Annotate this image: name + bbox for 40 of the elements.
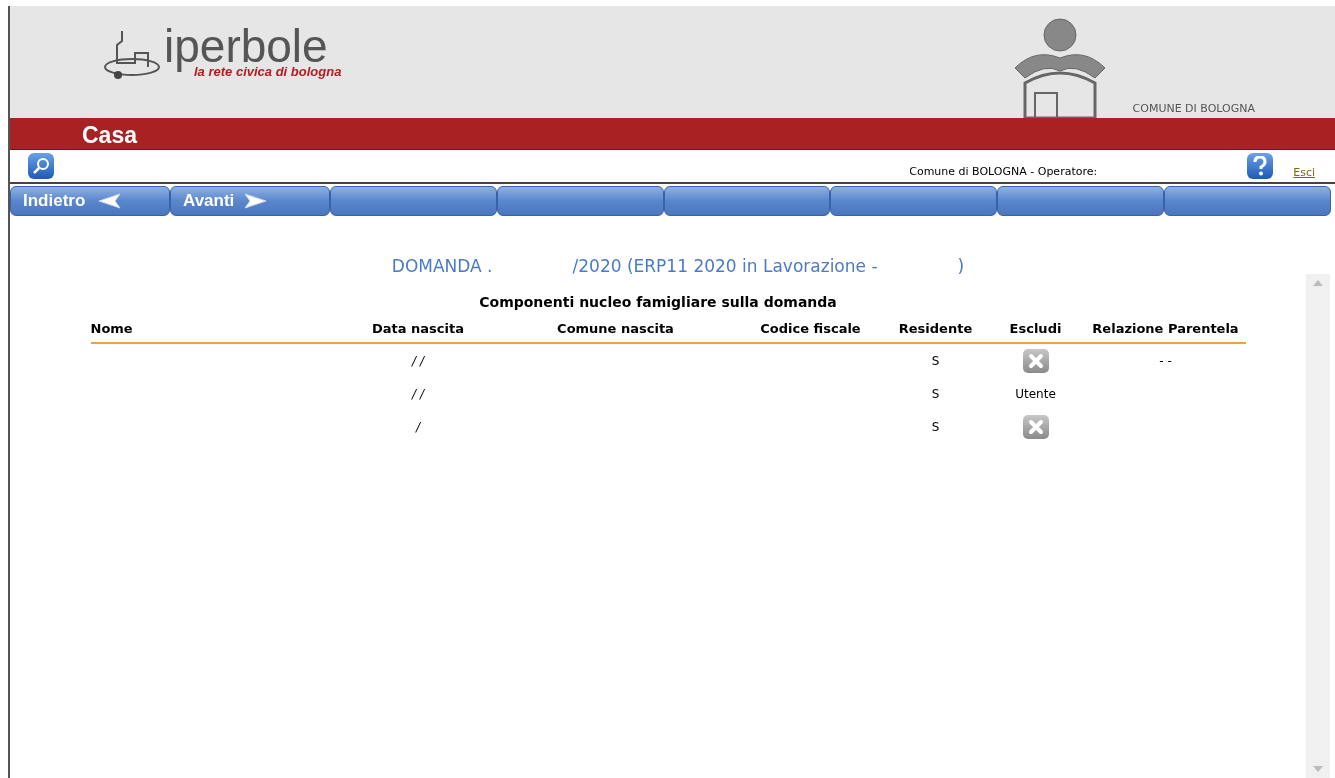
close-icon <box>1027 418 1044 435</box>
exclude-button[interactable] <box>1022 414 1049 439</box>
table-cell-text: - - <box>1158 352 1173 370</box>
scroll-up-arrow-icon[interactable] <box>1313 280 1323 286</box>
column-header: Codice fiscale <box>759 319 862 338</box>
table-cell-text: / <box>414 418 422 436</box>
search-button[interactable] <box>28 153 54 179</box>
column-header: Relazione Parentela <box>1091 319 1240 338</box>
scrollbar[interactable] <box>1306 274 1330 778</box>
exclude-button[interactable] <box>1022 348 1049 373</box>
nav-tab[interactable] <box>997 186 1165 216</box>
nav-tab[interactable] <box>830 186 998 216</box>
table-cell-text: S <box>930 385 941 403</box>
table-cell-text: S <box>930 418 941 436</box>
help-button[interactable] <box>1247 153 1274 179</box>
exit-link[interactable]: Esci <box>1293 164 1315 182</box>
table-cell-text: S <box>930 352 941 370</box>
application-title: /2020 (ERP11 2020 in Lavorazione - <box>572 255 878 278</box>
column-header: Escludi <box>1008 319 1063 338</box>
back-button[interactable]: Indietro <box>10 186 170 216</box>
table-cell-text: Utente <box>1015 385 1056 403</box>
application-title: ) <box>957 255 965 278</box>
table-cell-text: / / <box>410 385 426 403</box>
column-header: Comune nascita <box>556 319 675 338</box>
section-title: Casa <box>82 124 137 149</box>
nav-tab[interactable] <box>663 186 831 216</box>
nav-tab[interactable] <box>1164 186 1331 216</box>
table-cell-text: / / <box>410 352 426 370</box>
nav-tab[interactable] <box>496 186 664 216</box>
forward-button[interactable]: Avanti <box>170 186 330 216</box>
column-header: Nome <box>90 319 134 338</box>
column-header: Residente <box>897 319 974 338</box>
scroll-down-arrow-icon[interactable] <box>1313 766 1323 772</box>
crest-caption: COMUNE DI BOLOGNA <box>1132 100 1255 117</box>
close-icon <box>1027 352 1044 369</box>
application-title: DOMANDA . <box>391 255 493 278</box>
operator-label: Comune di BOLOGNA - Operatore: <box>909 163 1098 180</box>
nav-tab[interactable] <box>330 186 497 216</box>
column-header: Data nascita <box>371 319 465 338</box>
table-caption: Componenti nucleo famigliare sulla domanda <box>479 292 837 312</box>
